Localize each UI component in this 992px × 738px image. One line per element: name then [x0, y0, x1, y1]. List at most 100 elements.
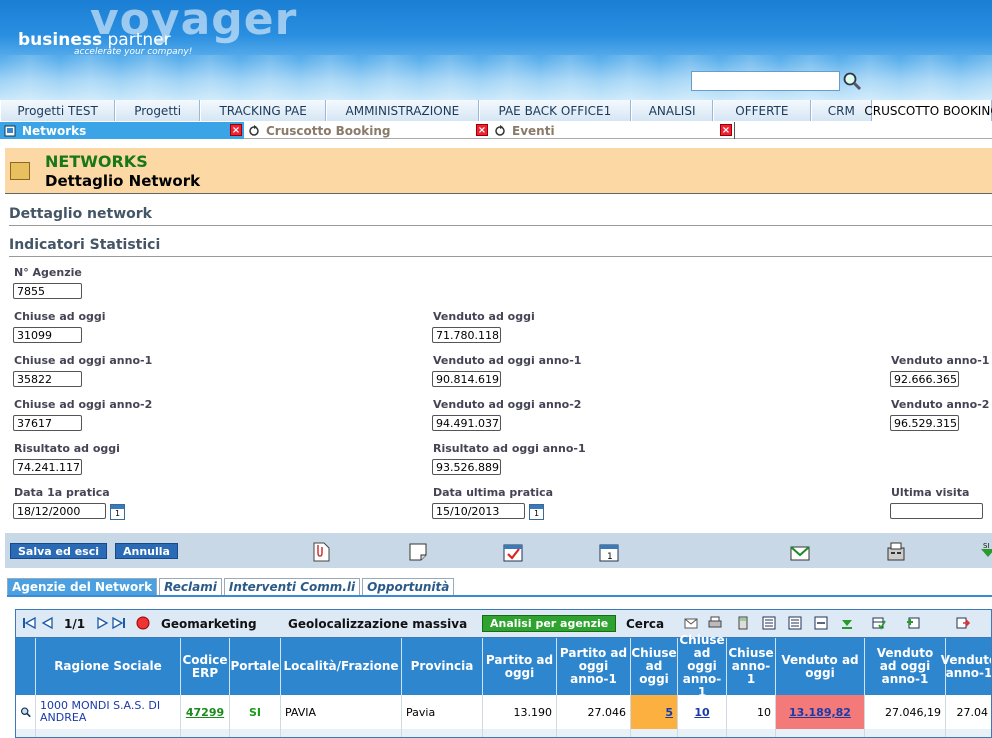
tab-interventi[interactable]: Interventi Comm.li: [223, 578, 361, 595]
tab-crm[interactable]: CRM: [810, 100, 872, 121]
field-chiuse-oggi[interactable]: 31099: [13, 327, 82, 343]
field-data-prima[interactable]: 18/12/2000: [13, 503, 106, 519]
column-header[interactable]: Partito ad oggi anno-1: [557, 638, 631, 695]
tab-progetti-test[interactable]: Progetti TEST: [0, 100, 116, 121]
zoom-icon[interactable]: [16, 729, 36, 737]
field-n-agenzie[interactable]: 7855: [13, 283, 82, 299]
mail-icon[interactable]: [684, 616, 698, 630]
tab-opportunita[interactable]: Opportunità: [362, 578, 455, 595]
tab-pae-back-office1[interactable]: PAE BACK OFFICE1: [478, 100, 632, 121]
column-header[interactable]: Chiuse ad oggi anno-1: [678, 634, 727, 699]
label-venduto-anno1-right: Venduto anno-1: [891, 354, 990, 367]
save-exit-button[interactable]: Salva ed esci: [10, 543, 108, 559]
tab-analisi[interactable]: ANALISI: [631, 100, 714, 121]
email-icon[interactable]: [789, 541, 811, 563]
column-header[interactable]: Chiuse anno-1: [727, 638, 776, 695]
column-header[interactable]: Provincia: [402, 638, 483, 695]
column-header[interactable]: [16, 638, 36, 695]
list-icon[interactable]: [762, 616, 776, 630]
field-venduto-oggi[interactable]: 71.780.118: [432, 327, 501, 343]
section-stats: Indicatori Statistici: [9, 237, 161, 253]
field-risultato-anno1[interactable]: 93.526.889: [432, 459, 501, 475]
calculator-icon[interactable]: [736, 616, 750, 630]
note-icon[interactable]: [407, 541, 429, 563]
zoom-icon[interactable]: [16, 695, 36, 729]
column-header[interactable]: Venduto ad oggi anno-1: [865, 638, 946, 695]
column-header[interactable]: Ragione Sociale: [36, 638, 181, 695]
field-data-ultima[interactable]: 15/10/2013: [432, 503, 525, 519]
download-icon[interactable]: SI: [977, 541, 992, 563]
column-header[interactable]: Località/Frazione: [281, 638, 402, 695]
cell-localita: [281, 729, 402, 737]
magnifier-icon[interactable]: [20, 705, 31, 719]
last-page-icon[interactable]: [112, 616, 126, 630]
attachment-icon[interactable]: [310, 541, 332, 563]
print-icon[interactable]: [708, 616, 722, 630]
geomarketing-link[interactable]: Geomarketing: [161, 617, 257, 631]
subtab-eventi[interactable]: Eventi ×: [490, 122, 734, 139]
fax-icon[interactable]: [885, 541, 907, 563]
field-venduto-anno2[interactable]: 94.491.037: [432, 415, 501, 431]
cerca-link[interactable]: Cerca: [626, 617, 664, 631]
cancel-button[interactable]: Annulla: [115, 543, 178, 559]
column-header[interactable]: Partito ad oggi: [483, 638, 557, 695]
close-icon[interactable]: ×: [476, 124, 488, 136]
cell-erp[interactable]: [181, 729, 230, 737]
calendar-icon[interactable]: [110, 504, 125, 520]
label-risultato-oggi: Risultato ad oggi: [14, 442, 120, 455]
cell-chiuse1[interactable]: 10: [678, 695, 727, 729]
stop-icon[interactable]: [136, 616, 150, 630]
subtab-cruscotto-booking[interactable]: Cruscotto Booking ×: [244, 122, 490, 139]
table-row[interactable]: 100% TRAVEL DI NO: [16, 729, 991, 737]
cell-chiuse[interactable]: 5: [631, 695, 678, 729]
table-row[interactable]: 1000 MONDI S.A.S. DI ANDREA 47299 SI PAVIA P…: [16, 695, 991, 729]
first-page-icon[interactable]: [22, 616, 36, 630]
cell-name[interactable]: 1000 MONDI S.A.S. DI ANDREA: [36, 695, 181, 729]
subtab-networks[interactable]: Networks ×: [0, 122, 244, 139]
search-icon[interactable]: [842, 71, 862, 91]
field-risultato-oggi[interactable]: 74.241.117: [13, 459, 82, 475]
analisi-agenzie-button[interactable]: Analisi per agenzie: [482, 615, 617, 632]
cell-erp[interactable]: 47299: [181, 695, 230, 729]
task-check-icon[interactable]: [502, 541, 524, 563]
close-icon[interactable]: ×: [720, 124, 732, 136]
field-chiuse-anno1[interactable]: 35822: [13, 371, 82, 387]
search-input[interactable]: [691, 71, 840, 91]
tab-agenzie[interactable]: Agenzie del Network: [7, 578, 158, 595]
cell-chiuse1[interactable]: [678, 729, 727, 737]
column-header[interactable]: Venduto ad oggi: [776, 638, 865, 695]
field-venduto-anno2-right[interactable]: 96.529.315: [890, 415, 959, 431]
geolocalizzazione-link[interactable]: Geolocalizzazione massiva: [288, 617, 467, 631]
grid-check-icon[interactable]: [872, 616, 886, 630]
next-page-icon[interactable]: [96, 616, 110, 630]
prev-page-icon[interactable]: [40, 616, 54, 630]
export-down-icon[interactable]: [840, 616, 854, 630]
cell-name[interactable]: 100% TRAVEL DI: [36, 729, 181, 737]
network-icon: [4, 125, 16, 136]
cell-venduto[interactable]: 13.189,82: [776, 695, 865, 729]
column-header[interactable]: Portale: [230, 638, 281, 695]
field-ultima-visita[interactable]: [890, 503, 983, 519]
tab-offerte[interactable]: OFFERTE: [713, 100, 811, 121]
tab-tracking-pae[interactable]: TRACKING PAE: [200, 100, 327, 121]
tab-progetti[interactable]: Progetti: [115, 100, 201, 121]
grid-export-icon[interactable]: [956, 616, 970, 630]
column-header[interactable]: Chiuse ad oggi: [631, 638, 678, 695]
tab-cruscotto-booking[interactable]: CRUSCOTTO BOOKING: [864, 100, 992, 121]
list-icon[interactable]: [788, 616, 802, 630]
grid-add-icon[interactable]: [906, 616, 920, 630]
cell-venduto[interactable]: [776, 729, 865, 737]
field-venduto-anno1[interactable]: 90.814.619: [432, 371, 501, 387]
tab-reclami[interactable]: Reclami: [159, 578, 222, 595]
tab-amministrazione[interactable]: AMMINISTRAZIONE: [326, 100, 479, 121]
close-icon[interactable]: ×: [230, 124, 242, 136]
building-icon: [10, 162, 30, 180]
collapse-icon[interactable]: [814, 616, 828, 630]
field-venduto-anno1-right[interactable]: 92.666.365: [890, 371, 959, 387]
cell-chiuse[interactable]: [631, 729, 678, 737]
column-header[interactable]: Codice ERP: [181, 638, 230, 695]
column-header[interactable]: Venduto anno-1: [941, 638, 991, 695]
field-chiuse-anno2[interactable]: 37617: [13, 415, 82, 431]
calendar-icon[interactable]: [529, 504, 544, 520]
calendar-icon[interactable]: 1: [598, 541, 620, 563]
